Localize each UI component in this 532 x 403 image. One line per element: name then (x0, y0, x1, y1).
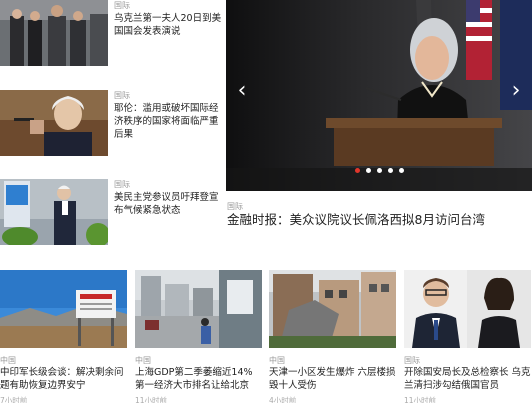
carousel-dot[interactable] (354, 168, 360, 173)
news-title[interactable]: 上海GDP第二季萎缩近14%第一经济大市排名让给北京 (135, 366, 262, 392)
news-thumbnail[interactable] (0, 179, 108, 245)
side-news-item[interactable]: 国际 乌克兰第一夫人20日到美国国会发表演说 (0, 0, 222, 66)
carousel-dot[interactable] (398, 168, 404, 173)
bottom-news-card[interactable]: 中国 天津一小区发生爆炸 六层楼损毁十人受伤 4小时前 (269, 270, 396, 403)
news-title[interactable]: 乌克兰第一夫人20日到美国国会发表演说 (114, 12, 222, 38)
side-news-item[interactable]: 国际 耶伦：滥用或破坏国际经济秩序的国家将面临严重后果 (0, 90, 222, 156)
news-thumbnail[interactable] (0, 90, 108, 156)
hero-category: 国际 (227, 202, 243, 211)
hero-carousel[interactable]: ‹ › (226, 0, 532, 191)
news-thumbnail[interactable] (135, 270, 262, 348)
news-timestamp: 7小时前 (0, 396, 28, 403)
news-timestamp: 11小时前 (135, 396, 168, 403)
news-thumbnail[interactable] (269, 270, 396, 348)
news-category: 中国 (135, 356, 151, 365)
bottom-news-card[interactable]: 中国 上海GDP第二季萎缩近14%第一经济大市排名让给北京 11小时前 (135, 270, 262, 403)
carousel-dot[interactable] (387, 168, 393, 173)
news-category: 国际 (114, 1, 130, 10)
news-title[interactable]: 耶伦：滥用或破坏国际经济秩序的国家将面临严重后果 (114, 102, 222, 141)
news-category: 国际 (114, 180, 130, 189)
carousel-pagination (226, 158, 532, 177)
news-title[interactable]: 美民主党参议员吁拜登宣布气候紧急状态 (114, 191, 222, 217)
side-news-item[interactable]: 国际 美民主党参议员吁拜登宣布气候紧急状态 (0, 179, 222, 245)
news-category: 国际 (114, 91, 130, 100)
news-category: 国际 (404, 356, 420, 365)
news-title[interactable]: 天津一小区发生爆炸 六层楼损毁十人受伤 (269, 366, 396, 392)
news-thumbnail[interactable] (404, 270, 531, 348)
news-title[interactable]: 开除国安局长及总检察长 乌克兰清扫涉勾结俄国官员 (404, 366, 531, 392)
hero-title[interactable]: 金融时报：美众议院议长佩洛西拟8月访问台湾 (227, 212, 532, 228)
news-thumbnail[interactable] (0, 270, 127, 348)
carousel-next-button[interactable]: › (506, 76, 526, 106)
news-timestamp: 11小时前 (404, 396, 437, 403)
bottom-news-card[interactable]: 国际 开除国安局长及总检察长 乌克兰清扫涉勾结俄国官员 11小时前 (404, 270, 531, 403)
news-thumbnail[interactable] (0, 0, 108, 66)
bottom-news-list: 中国 中印军长级会谈：解决剩余问题有助恢复边界安宁 7小时前 中国 上海GDP第… (0, 270, 532, 403)
carousel-dot[interactable] (376, 168, 382, 173)
news-category: 中国 (0, 356, 16, 365)
news-category: 中国 (269, 356, 285, 365)
news-timestamp: 4小时前 (269, 396, 297, 403)
news-title[interactable]: 中印军长级会谈：解决剩余问题有助恢复边界安宁 (0, 366, 127, 392)
side-news-list: 国际 乌克兰第一夫人20日到美国国会发表演说 国际 耶伦：滥用或破坏国际经济秩序… (0, 0, 222, 258)
carousel-prev-button[interactable]: ‹ (232, 76, 252, 106)
bottom-news-card[interactable]: 中国 中印军长级会谈：解决剩余问题有助恢复边界安宁 7小时前 (0, 270, 127, 403)
carousel-dot[interactable] (365, 168, 371, 173)
